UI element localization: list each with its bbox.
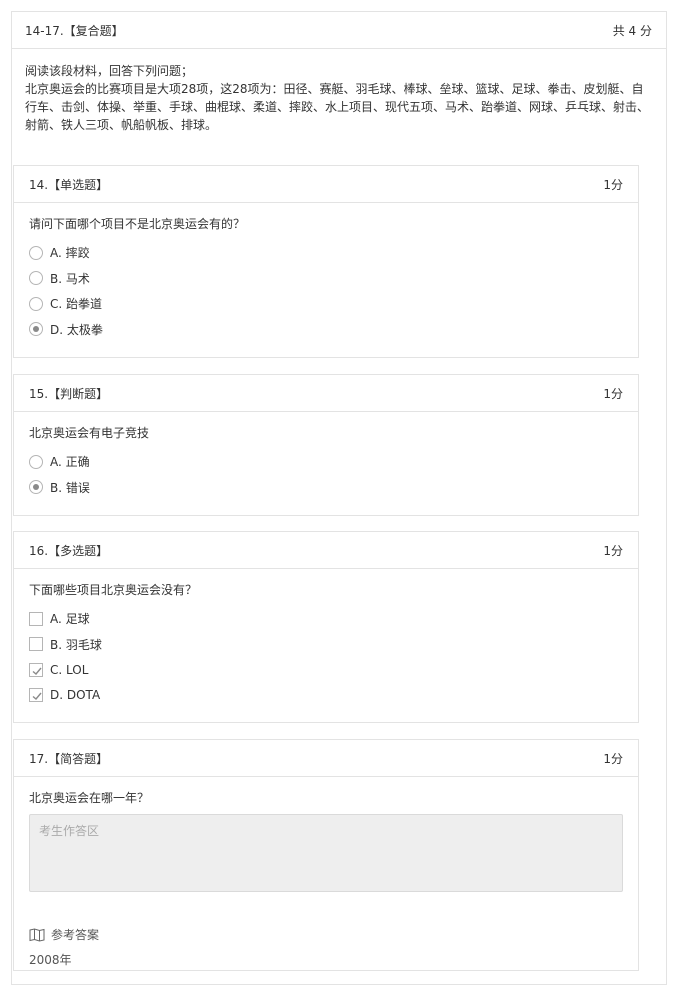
option-label: B. 羽毛球	[50, 637, 102, 652]
question-text: 请问下面哪个项目不是北京奥运会有的？	[29, 217, 246, 231]
question-title: 17.【简答题】	[29, 751, 109, 766]
answer-textarea[interactable]: 考生作答区	[29, 814, 623, 892]
material-instruction: 阅读该段材料，回答下列问题；	[25, 64, 194, 78]
reference-answer: 2008年	[29, 953, 72, 967]
option-a[interactable]: A. 正确	[29, 449, 623, 475]
option-label: C. LOL	[50, 662, 89, 677]
option-label: B. 错误	[50, 480, 90, 495]
option-d[interactable]: D. 太极拳	[29, 317, 623, 343]
option-label: D. DOTA	[50, 688, 101, 703]
material-text: 北京奥运会的比赛项目是大项28项，这28项为：田径、赛艇、羽毛球、棒球、垒球、篮…	[25, 82, 650, 132]
option-label: A. 正确	[50, 455, 90, 470]
option-label: B. 马术	[50, 271, 90, 286]
reading-material: 阅读该段材料，回答下列问题； 北京奥运会的比赛项目是大项28项，这28项为：田径…	[12, 49, 666, 134]
question-text: 北京奥运会有电子竞技	[29, 426, 150, 440]
option-label: A. 足球	[50, 612, 90, 627]
radio-button[interactable]	[29, 454, 43, 469]
question-score: 1分	[603, 751, 623, 766]
radio-button[interactable]	[29, 271, 43, 286]
option-b[interactable]: B. 错误	[29, 475, 623, 501]
question-card-14: 14.【单选题】 1分 请问下面哪个项目不是北京奥运会有的？ A. 摔跤 B. …	[13, 165, 639, 358]
question-text: 下面哪些项目北京奥运会没有？	[29, 583, 198, 597]
option-a[interactable]: A. 足球	[29, 606, 623, 632]
group-header: 14-17.【复合题】 共 4 分	[12, 12, 666, 49]
reference-label: 参考答案	[51, 928, 100, 942]
radio-button[interactable]	[29, 245, 43, 260]
radio-button-selected[interactable]	[29, 322, 43, 337]
option-b[interactable]: B. 羽毛球	[29, 632, 623, 658]
option-c[interactable]: C. 跆拳道	[29, 291, 623, 317]
checkbox-checked[interactable]	[29, 662, 43, 677]
checkbox-checked[interactable]	[29, 688, 43, 703]
question-score: 1分	[603, 386, 623, 401]
question-header: 15.【判断题】 1分	[14, 375, 638, 412]
question-title: 14.【单选题】	[29, 177, 109, 192]
option-label: D. 太极拳	[50, 322, 103, 337]
question-score: 1分	[603, 177, 623, 192]
question-text: 北京奥运会在哪一年？	[29, 791, 150, 805]
checkbox[interactable]	[29, 611, 43, 626]
answer-placeholder: 考生作答区	[39, 824, 100, 838]
book-icon	[29, 927, 45, 942]
option-c[interactable]: C. LOL	[29, 657, 623, 683]
option-label: A. 摔跤	[50, 246, 90, 261]
check-icon	[32, 692, 42, 701]
question-title: 16.【多选题】	[29, 543, 109, 558]
question-header: 17.【简答题】 1分	[14, 740, 638, 777]
question-card-16: 16.【多选题】 1分 下面哪些项目北京奥运会没有？ A. 足球 B. 羽毛球 …	[13, 531, 639, 723]
radio-button-selected[interactable]	[29, 480, 43, 495]
question-header: 16.【多选题】 1分	[14, 532, 638, 569]
reference-answer-header: 参考答案	[29, 926, 623, 943]
check-icon	[32, 667, 42, 675]
group-title: 14-17.【复合题】	[25, 23, 124, 38]
option-b[interactable]: B. 马术	[29, 266, 623, 292]
radio-button[interactable]	[29, 296, 43, 311]
question-card-17: 17.【简答题】 1分 北京奥运会在哪一年？ 考生作答区 参考答案 2008年	[13, 739, 639, 971]
question-card-15: 15.【判断题】 1分 北京奥运会有电子竞技 A. 正确 B. 错误	[13, 374, 639, 516]
group-score: 共 4 分	[612, 23, 652, 38]
checkbox[interactable]	[29, 637, 43, 652]
option-d[interactable]: D. DOTA	[29, 683, 623, 709]
question-header: 14.【单选题】 1分	[14, 166, 638, 203]
question-score: 1分	[603, 543, 623, 558]
question-title: 15.【判断题】	[29, 386, 109, 401]
option-a[interactable]: A. 摔跤	[29, 240, 623, 266]
option-label: C. 跆拳道	[50, 297, 103, 312]
